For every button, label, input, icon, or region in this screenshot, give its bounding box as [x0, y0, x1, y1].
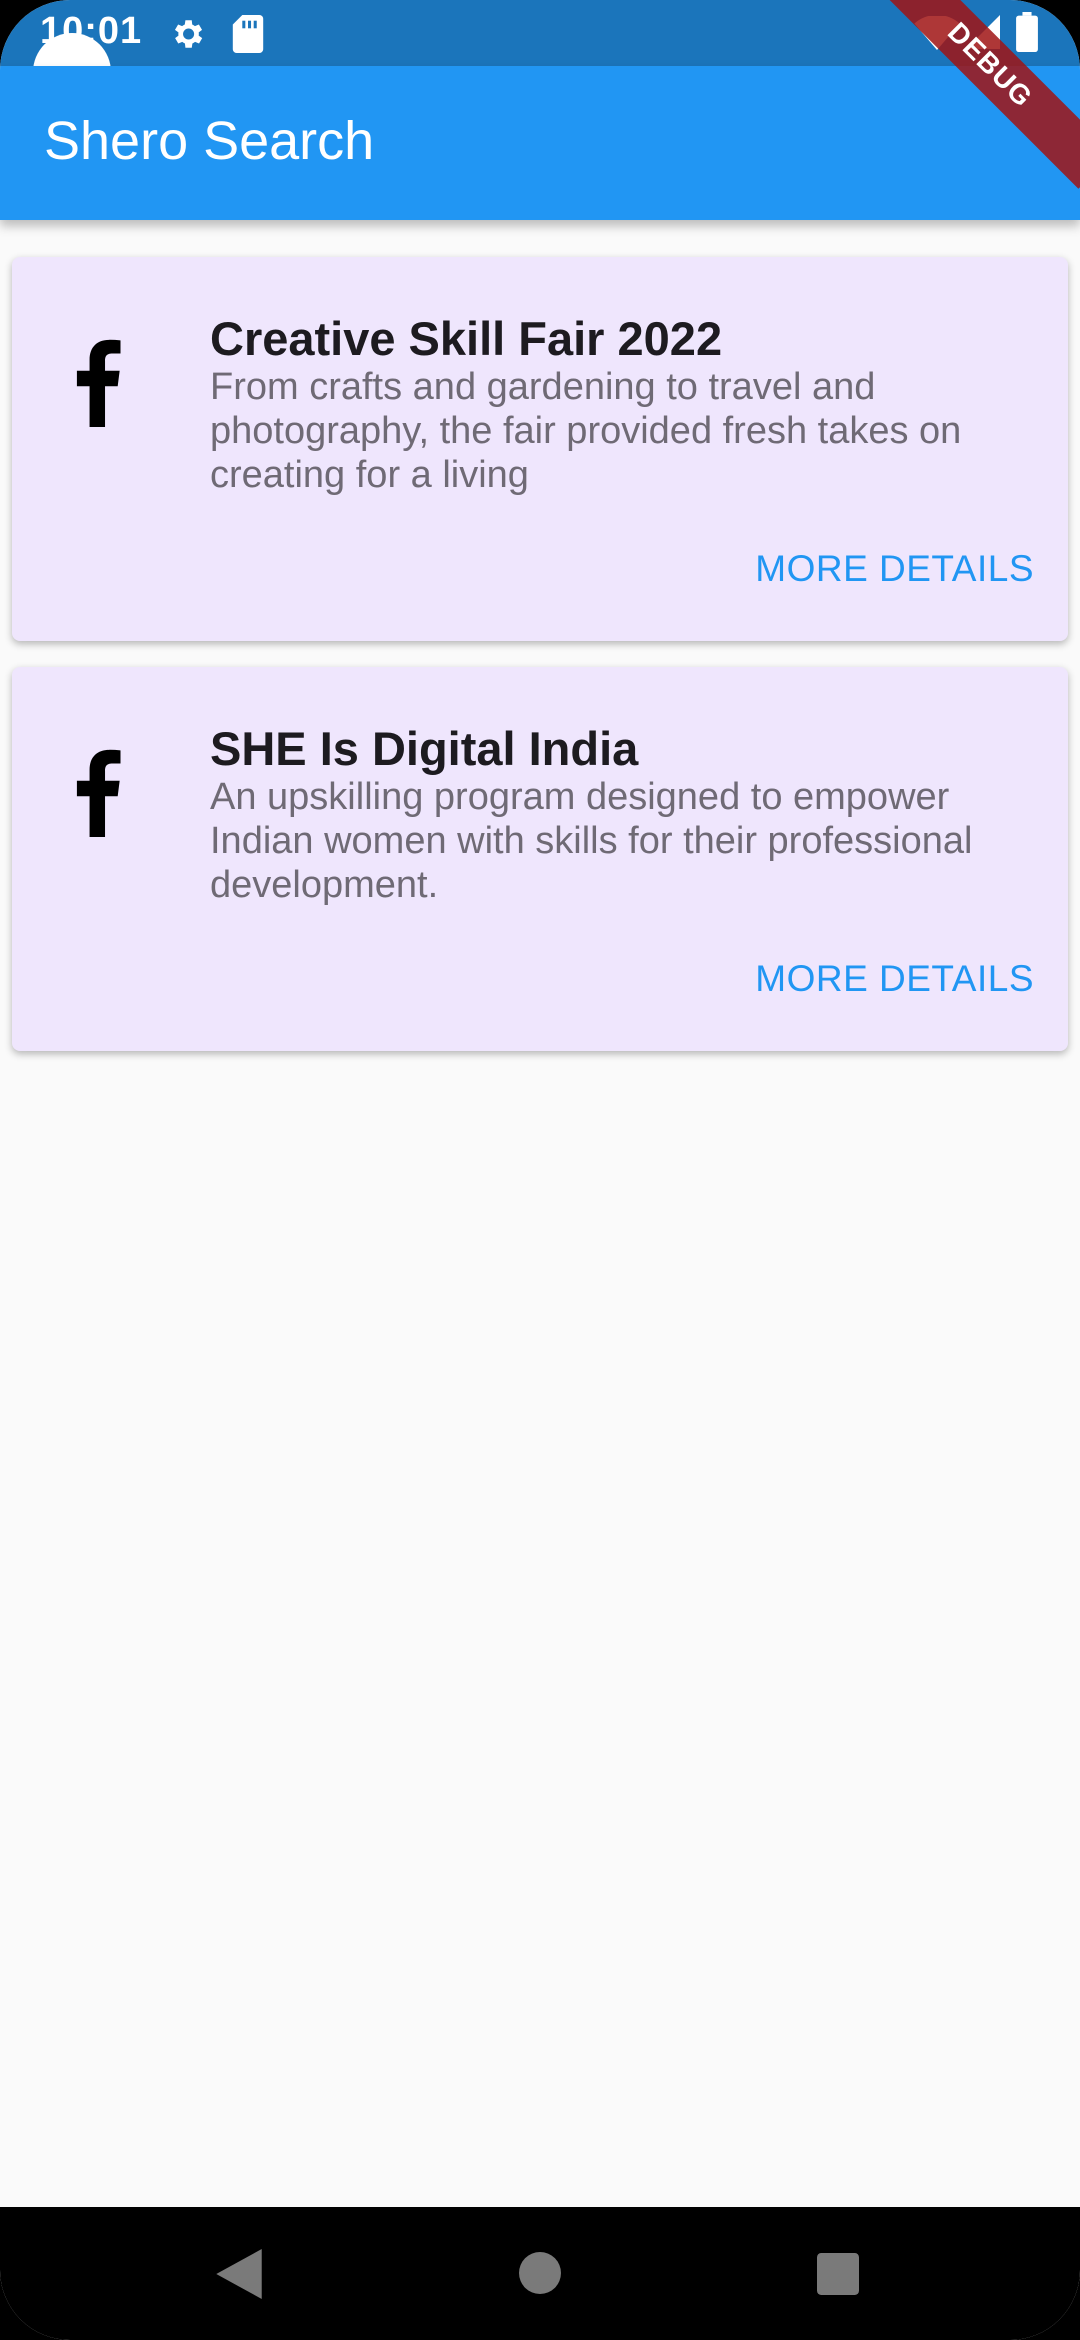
gear-icon — [174, 20, 203, 48]
facebook-icon — [76, 339, 121, 427]
app-screen: 10:01 Shero Search DEBUG Creative Skill … — [0, 0, 1080, 2340]
card-title: Creative Skill Fair 2022 — [210, 312, 723, 365]
event-card: SHE Is Digital India An upskilling progr… — [12, 667, 1068, 1051]
home-icon[interactable] — [519, 2252, 561, 2294]
page-title: Shero Search — [44, 111, 375, 171]
more-details-button[interactable]: MORE DETAILS — [755, 547, 1034, 591]
battery-icon — [1016, 12, 1038, 52]
app-bar: Shero Search — [0, 66, 1080, 220]
back-icon[interactable] — [216, 2249, 262, 2299]
facebook-icon — [76, 749, 121, 837]
more-details-button[interactable]: MORE DETAILS — [755, 957, 1034, 1001]
sd-card-icon — [232, 15, 264, 53]
recents-icon[interactable] — [817, 2253, 859, 2295]
navigation-bar — [0, 2207, 1080, 2340]
event-card: Creative Skill Fair 2022 From crafts and… — [12, 257, 1068, 641]
card-description: From crafts and gardening to travel and … — [210, 366, 962, 496]
card-title: SHE Is Digital India — [210, 722, 639, 775]
card-description: An upskilling program designed to empowe… — [210, 776, 973, 906]
